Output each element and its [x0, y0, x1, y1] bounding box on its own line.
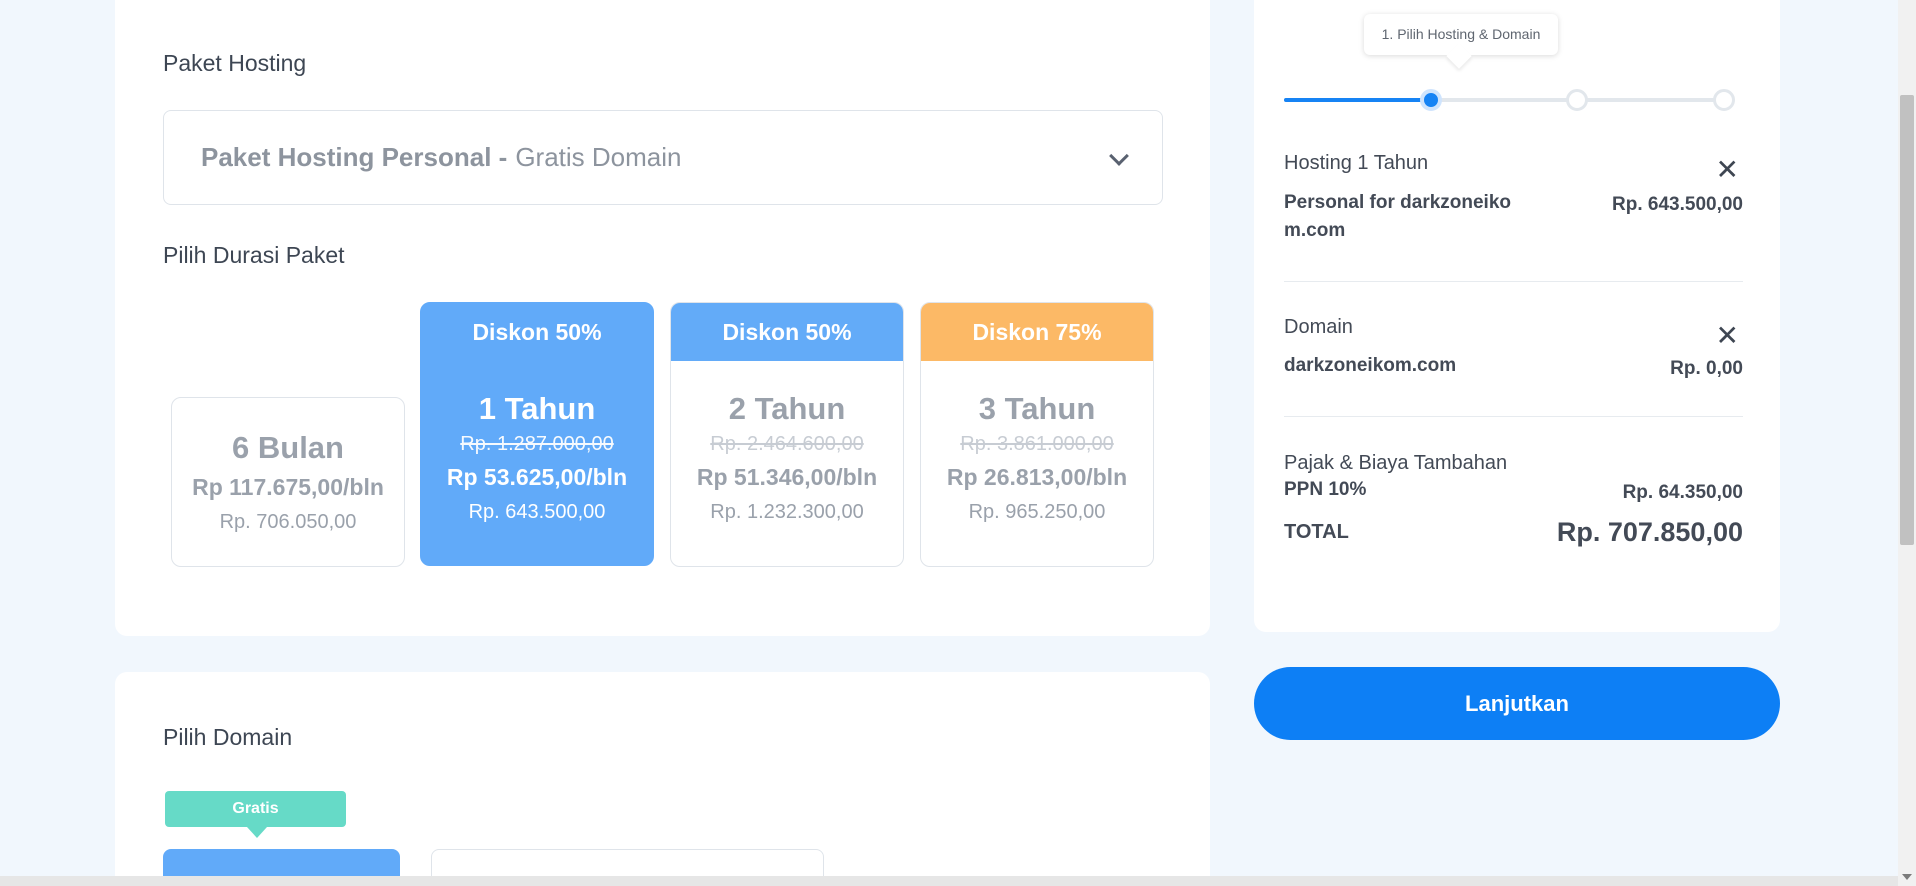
summary-tax-price: Rp. 64.350,00 [1622, 482, 1743, 503]
summary-tax-row: Pajak & Biaya Tambahan PPN 10% Rp. 64.35… [1284, 452, 1743, 512]
duration-section-title: Pilih Durasi Paket [163, 242, 345, 268]
duration-option-3-tahun[interactable]: Diskon 75% 3 Tahun Rp. 3.861.000,00 Rp 2… [920, 302, 1154, 567]
duration-original-price: Rp. 1.287.000,00 [460, 433, 614, 455]
discount-badge: Diskon 75% [921, 303, 1153, 361]
summary-hosting-row: Hosting 1 Tahun ✕ Personal for darkzonei… [1284, 152, 1743, 241]
domain-card: Pilih Domain Gratis [115, 672, 1210, 886]
duration-period: 3 Tahun [978, 391, 1096, 426]
scrollbar-thumb[interactable] [1900, 95, 1914, 545]
duration-period: 6 Bulan [232, 430, 344, 465]
package-name: Paket Hosting Personal - [201, 142, 508, 172]
duration-total-price: Rp. 1.232.300,00 [710, 501, 864, 523]
duration-monthly-price: Rp 117.675,00/bln [192, 474, 384, 500]
next-button[interactable]: Lanjutkan [1254, 667, 1780, 740]
summary-total-row: TOTAL Rp. 707.850,00 [1284, 517, 1743, 557]
step-dot-2[interactable] [1566, 89, 1588, 111]
stepper-progress [1284, 98, 1431, 102]
package-suffix: Gratis Domain [515, 142, 682, 172]
summary-hosting-label: Hosting 1 Tahun [1284, 152, 1429, 174]
summary-total-price: Rp. 707.850,00 [1556, 517, 1743, 547]
discount-badge: Diskon 50% [671, 303, 903, 361]
duration-period: 2 Tahun [728, 391, 846, 426]
step-dot-1[interactable] [1420, 89, 1442, 111]
summary-domain-price: Rp. 0,00 [1670, 358, 1743, 379]
hosting-section-title: Paket Hosting [163, 50, 307, 76]
duration-option-1-tahun[interactable]: Diskon 50% 1 Tahun Rp. 1.287.000,00 Rp 5… [420, 302, 654, 566]
duration-period: 1 Tahun [478, 391, 596, 426]
chevron-down-icon [1109, 146, 1129, 166]
summary-hosting-price: Rp. 643.500,00 [1612, 194, 1743, 215]
scroll-down-icon[interactable] [1902, 874, 1912, 880]
duration-total-price: Rp. 965.250,00 [968, 501, 1106, 523]
divider [1284, 416, 1743, 417]
step-tooltip: 1. Pilih Hosting & Domain [1364, 14, 1558, 55]
duration-total-price: Rp. 706.050,00 [219, 511, 357, 533]
duration-option-2-tahun[interactable]: Diskon 50% 2 Tahun Rp. 2.464.600,00 Rp 5… [670, 302, 904, 567]
domain-section-title: Pilih Domain [163, 724, 293, 750]
vertical-scrollbar[interactable] [1898, 0, 1916, 886]
hosting-card: Paket Hosting Paket Hosting Personal - G… [115, 0, 1210, 636]
summary-hosting-name-line2: m.com [1284, 220, 1346, 241]
duration-total-price: Rp. 643.500,00 [468, 501, 606, 523]
divider [1284, 281, 1743, 282]
hosting-package-select[interactable]: Paket Hosting Personal - Gratis Domain [163, 110, 1163, 205]
close-icon[interactable]: ✕ [1716, 156, 1739, 184]
summary-domain-row: Domain ✕ darkzoneikom.com Rp. 0,00 [1284, 316, 1743, 379]
summary-domain-label: Domain [1284, 316, 1353, 338]
duration-original-price: Rp. 2.464.600,00 [710, 433, 864, 455]
horizontal-scrollbar[interactable] [0, 876, 1898, 886]
progress-stepper: 1. Pilih Hosting & Domain [1284, 12, 1744, 111]
close-icon[interactable]: ✕ [1716, 322, 1739, 350]
duration-original-price: Rp. 3.861.000,00 [960, 433, 1114, 455]
discount-badge: Diskon 50% [421, 303, 653, 361]
duration-option-6-bulan[interactable]: 6 Bulan Rp 117.675,00/bln Rp. 706.050,00 [171, 397, 405, 567]
summary-tax-label: Pajak & Biaya Tambahan [1284, 452, 1508, 474]
order-summary-card: 1. Pilih Hosting & Domain Hosting 1 Tahu… [1254, 0, 1780, 632]
gratis-tag: Gratis [165, 791, 346, 838]
duration-monthly-price: Rp 53.625,00/bln [446, 464, 628, 490]
step-dot-3[interactable] [1713, 89, 1735, 111]
duration-monthly-price: Rp 26.813,00/bln [946, 464, 1128, 490]
duration-monthly-price: Rp 51.346,00/bln [696, 464, 878, 490]
